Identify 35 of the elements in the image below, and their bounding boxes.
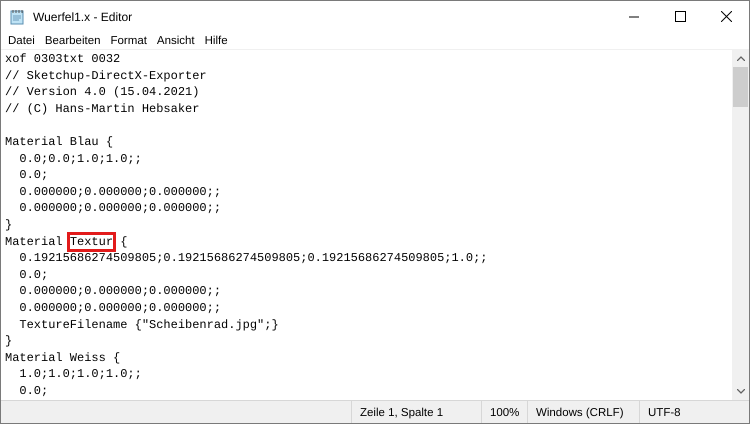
code-line: 0.0; [18, 382, 50, 400]
menu-item[interactable]: Hilfe [200, 32, 233, 48]
code-line: 0.000000;0.000000;0.000000;; [18, 184, 222, 200]
code-line: 0.0; [18, 266, 50, 284]
code-line: } [5, 333, 14, 350]
code-line: // Version 4.0 (15.04.2021) [5, 84, 200, 101]
menu-item[interactable]: Ansicht [152, 32, 200, 48]
scrollbar[interactable] [732, 50, 749, 400]
code-line: 0.0;0.0;1.0;1.0;; [18, 150, 143, 168]
maximize-icon [674, 11, 686, 22]
code-line: 0.0; [18, 167, 50, 184]
notepad-icon [9, 8, 25, 24]
code-line: } [5, 216, 14, 234]
code-line: TextureFilename {"Scheibenrad.jpg";} [18, 316, 280, 334]
scroll-thumb[interactable] [733, 67, 748, 107]
code-line: 0.000000;0.000000;0.000000;; [18, 300, 222, 316]
code-line: 1.0;1.0;1.0;1.0;; [18, 366, 143, 383]
code-line: Material Blau { [5, 134, 114, 151]
code-line: 0.000000;0.000000;0.000000;; [18, 283, 222, 300]
code-line: 0.000000;0.000000;0.000000;; [18, 200, 222, 217]
status-text: Zeile 1, Spalte 1 [360, 407, 444, 419]
menu-item[interactable]: Datei [3, 32, 40, 48]
status-text: Windows (CRLF) [536, 407, 624, 419]
close-icon [720, 11, 732, 22]
code-line: Material Weiss { [5, 350, 122, 366]
code-line: Material Textur { [5, 234, 732, 250]
menu-item[interactable]: Format [105, 32, 152, 48]
status-text: 100% [490, 407, 520, 419]
status-text: UTF-8 [648, 407, 681, 419]
code-line: // (C) Hans-Martin Hebsaker [5, 100, 200, 118]
menu-item[interactable]: Bearbeiten [40, 32, 106, 48]
code-line: // Sketchup-DirectX-Exporter [5, 68, 208, 84]
code-line: 0.19215686274509805;0.19215686274509805;0.19215686274509805;1.0;; [18, 250, 488, 267]
window-title: Wuerfel1.x - Editor [33, 8, 132, 26]
code-line: xof 0303txt 0032 [5, 51, 122, 68]
